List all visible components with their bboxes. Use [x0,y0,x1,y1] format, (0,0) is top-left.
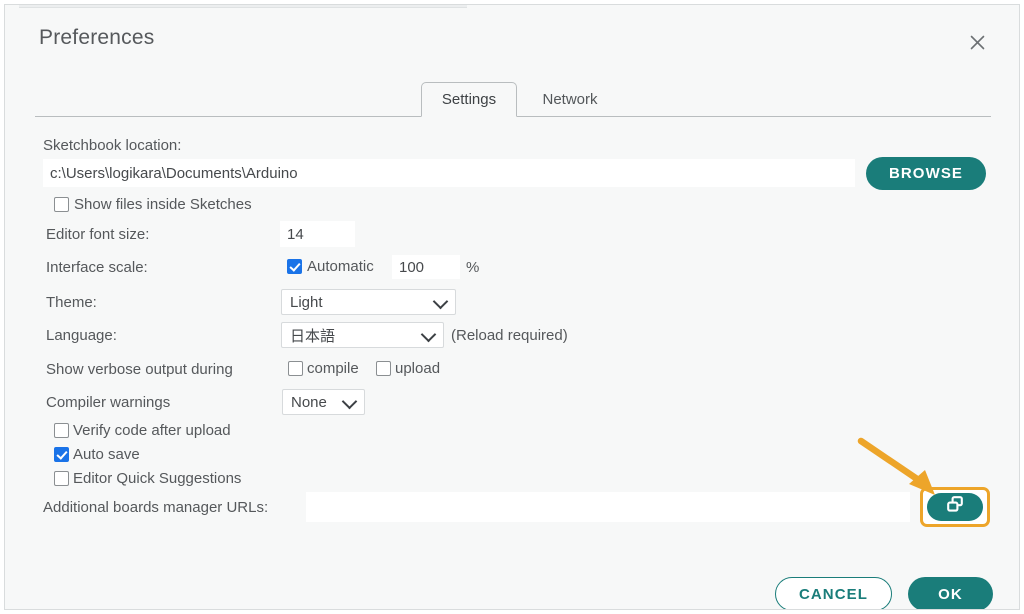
language-select-value: 日本語 [290,327,336,345]
compiler-warnings-select[interactable]: None [282,389,365,415]
preferences-dialog: Preferences Settings Network Sketchbook … [4,4,1020,610]
editor-quick-suggestions-label[interactable]: Editor Quick Suggestions [73,470,241,487]
verify-code-after-upload-checkbox[interactable] [54,423,69,438]
tab-settings-label: Settings [441,91,497,108]
ok-button-label: OK [938,585,963,603]
language-label: Language: [46,327,117,344]
close-icon[interactable] [963,28,991,56]
show-files-inside-sketches-checkbox[interactable] [54,197,69,212]
auto-save-checkbox[interactable] [54,447,69,462]
additional-boards-manager-urls-input[interactable] [306,492,910,522]
theme-select-value: Light [290,293,323,311]
additional-boards-manager-urls-label: Additional boards manager URLs: [43,499,269,516]
tab-settings[interactable]: Settings [421,82,517,117]
tab-bar: Settings Network [35,81,991,117]
chevron-down-icon [341,393,358,410]
verbose-compile-label[interactable]: compile [307,360,359,377]
interface-scale-label: Interface scale: [46,259,148,276]
additional-urls-edit-button-highlight [920,487,990,527]
tab-network-label: Network [542,91,598,108]
cancel-button[interactable]: CANCEL [775,577,892,609]
verbose-upload-checkbox[interactable] [376,361,391,376]
additional-urls-edit-button[interactable] [927,493,983,521]
ok-button[interactable]: OK [908,577,993,609]
editor-font-size-input[interactable]: 14 [280,221,355,247]
language-reload-note: (Reload required) [451,327,568,344]
page-title: Preferences [39,26,155,49]
editor-font-size-label: Editor font size: [46,226,150,243]
cancel-button-label: CANCEL [798,585,869,603]
window-top-edge [19,5,467,8]
auto-save-label[interactable]: Auto save [73,446,140,463]
verbose-compile-checkbox[interactable] [288,361,303,376]
compiler-warnings-label: Compiler warnings [46,394,171,411]
interface-scale-automatic-checkbox[interactable] [287,259,302,274]
browse-button-label: BROWSE [888,165,964,182]
show-files-inside-sketches-label[interactable]: Show files inside Sketches [74,196,252,213]
tab-network[interactable]: Network [527,82,613,117]
theme-select[interactable]: Light [281,289,456,315]
verbose-output-label: Show verbose output during [46,361,233,378]
theme-label: Theme: [46,294,97,311]
editor-quick-suggestions-checkbox[interactable] [54,471,69,486]
verify-code-after-upload-label[interactable]: Verify code after upload [73,422,231,439]
sketchbook-location-label: Sketchbook location: [43,137,182,154]
overlapping-windows-icon [946,496,965,518]
interface-scale-unit-label: % [466,259,480,276]
verbose-upload-label[interactable]: upload [395,360,440,377]
compiler-warnings-value: None [291,393,327,411]
language-select[interactable]: 日本語 [281,322,444,348]
chevron-down-icon [420,326,437,343]
browse-button[interactable]: BROWSE [866,157,986,190]
interface-scale-automatic-label[interactable]: Automatic [307,258,374,275]
chevron-down-icon [432,293,449,310]
sketchbook-location-input[interactable]: c:\Users\logikara\Documents\Arduino [43,159,855,187]
interface-scale-input[interactable]: 100 [392,255,460,279]
